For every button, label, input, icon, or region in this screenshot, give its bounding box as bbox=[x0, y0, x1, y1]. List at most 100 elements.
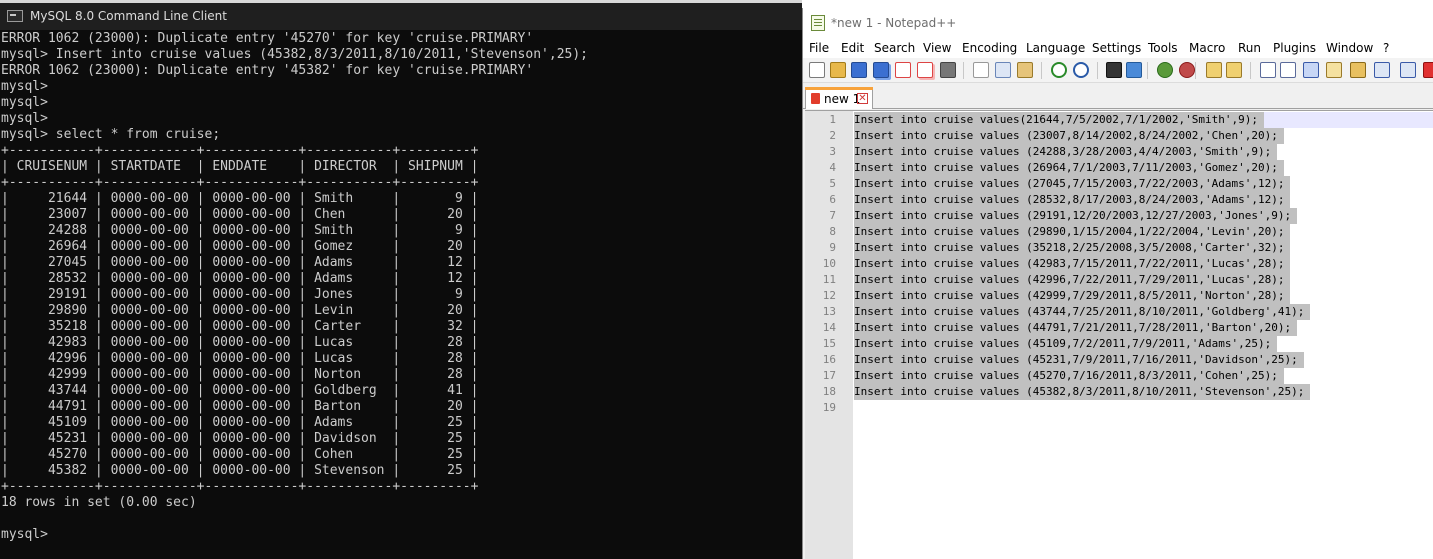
redo-icon[interactable] bbox=[1073, 62, 1089, 78]
line-number: 3 bbox=[829, 145, 836, 158]
notepadpp-titlebar[interactable]: *new 1 - Notepad++ bbox=[803, 8, 1433, 38]
toolbar-separator bbox=[1250, 62, 1251, 79]
console-line: | 26964 | 0000-00-00 | 0000-00-00 | Gome… bbox=[1, 239, 479, 254]
editor-area[interactable]: 1 2 3 4 5 6 7 8 9 10 11 12 13 14 15 16 17 18 19 Insert int… bbox=[805, 110, 1433, 559]
code-line[interactable]: Insert into cruise values (42983,7/15/20… bbox=[854, 256, 1291, 272]
monitoring-icon[interactable] bbox=[1423, 62, 1433, 78]
console-app-icon bbox=[7, 10, 23, 22]
line-number: 14 bbox=[822, 321, 836, 334]
code-line[interactable]: Insert into cruise values (44791,7/21/20… bbox=[854, 320, 1298, 336]
code-line[interactable]: Insert into cruise values (45109,7/2/201… bbox=[854, 336, 1278, 352]
tab-close-icon[interactable]: ✕ bbox=[857, 93, 868, 104]
save-icon[interactable] bbox=[851, 62, 867, 78]
paste-icon[interactable] bbox=[1017, 62, 1033, 78]
menu-search[interactable]: Search bbox=[874, 38, 915, 58]
tab-new-1[interactable]: new 1 ✕ bbox=[805, 87, 873, 109]
menu-settings[interactable]: Settings bbox=[1092, 38, 1141, 58]
line-number: 6 bbox=[829, 193, 836, 206]
tab-label: new 1 bbox=[824, 92, 861, 106]
console-line: +-----------+------------+------------+-… bbox=[1, 175, 479, 190]
menu-window[interactable]: Window bbox=[1326, 38, 1373, 58]
console-line: | 35218 | 0000-00-00 | 0000-00-00 | Cart… bbox=[1, 319, 479, 334]
zoom-out-icon[interactable] bbox=[1179, 62, 1195, 78]
code-line[interactable]: Insert into cruise values (42999,7/29/20… bbox=[854, 288, 1291, 304]
console-line: | 42999 | 0000-00-00 | 0000-00-00 | Nort… bbox=[1, 367, 479, 382]
document-map-icon[interactable] bbox=[1350, 62, 1366, 78]
code-line[interactable]: Insert into cruise values (23007,8/14/20… bbox=[854, 128, 1284, 144]
console-line: mysql> bbox=[1, 527, 48, 542]
notepadpp-window[interactable]: *new 1 - Notepad++ File Edit Search View… bbox=[802, 8, 1433, 559]
console-line: +-----------+------------+------------+-… bbox=[1, 143, 479, 158]
find-icon[interactable] bbox=[1106, 62, 1122, 78]
mysql-console-window[interactable]: MySQL 8.0 Command Line Client ERROR 1062… bbox=[0, 0, 802, 559]
console-line: | 45382 | 0000-00-00 | 0000-00-00 | Stev… bbox=[1, 463, 479, 478]
code-line[interactable]: Insert into cruise values (26964,7/1/200… bbox=[854, 160, 1284, 176]
menu-bar: File Edit Search View Encoding Language … bbox=[803, 38, 1433, 58]
code-line[interactable]: Insert into cruise values (28532,8/17/20… bbox=[854, 192, 1291, 208]
unsaved-file-icon bbox=[811, 93, 820, 104]
mysql-titlebar[interactable]: MySQL 8.0 Command Line Client bbox=[0, 3, 802, 30]
sync-vertical-icon[interactable] bbox=[1206, 62, 1222, 78]
code-line[interactable]: Insert into cruise values(21644,7/5/2002… bbox=[854, 112, 1264, 128]
menu-tools[interactable]: Tools bbox=[1148, 38, 1178, 58]
show-all-chars-icon[interactable] bbox=[1280, 62, 1296, 78]
indent-guide-icon[interactable] bbox=[1303, 62, 1319, 78]
line-number: 1 bbox=[829, 113, 836, 126]
code-line[interactable]: Insert into cruise values (42996,7/22/20… bbox=[854, 272, 1291, 288]
sync-horizontal-icon[interactable] bbox=[1226, 62, 1242, 78]
console-line: | 45270 | 0000-00-00 | 0000-00-00 | Cohe… bbox=[1, 447, 479, 462]
tab-bar: new 1 ✕ bbox=[803, 87, 1433, 109]
console-line: | 24288 | 0000-00-00 | 0000-00-00 | Smit… bbox=[1, 223, 479, 238]
menu-plugins[interactable]: Plugins bbox=[1273, 38, 1316, 58]
line-number: 15 bbox=[822, 337, 836, 350]
line-number: 17 bbox=[822, 369, 836, 382]
language-icon[interactable] bbox=[1326, 62, 1342, 78]
menu-macro[interactable]: Macro bbox=[1189, 38, 1225, 58]
word-wrap-icon[interactable] bbox=[1260, 62, 1276, 78]
console-line: mysql> bbox=[1, 79, 48, 94]
open-file-icon[interactable] bbox=[830, 62, 846, 78]
notepadpp-app-icon bbox=[811, 15, 825, 31]
toolbar-separator bbox=[963, 62, 964, 79]
close-icon[interactable] bbox=[895, 62, 911, 78]
save-all-icon[interactable] bbox=[873, 62, 889, 78]
console-line: | CRUISENUM | STARTDATE | ENDDATE | DIRE… bbox=[1, 159, 479, 174]
replace-icon[interactable] bbox=[1126, 62, 1142, 78]
toolbar-separator bbox=[1147, 62, 1148, 79]
menu-file[interactable]: File bbox=[809, 38, 829, 58]
menu-run[interactable]: Run bbox=[1238, 38, 1261, 58]
line-number: 5 bbox=[829, 177, 836, 190]
code-line[interactable]: Insert into cruise values (35218,2/25/20… bbox=[854, 240, 1291, 256]
code-line[interactable]: Insert into cruise values (24288,3/28/20… bbox=[854, 144, 1278, 160]
menu-view[interactable]: View bbox=[923, 38, 951, 58]
line-number: 12 bbox=[822, 289, 836, 302]
copy-icon[interactable] bbox=[995, 62, 1011, 78]
code-line[interactable]: Insert into cruise values (27045,7/15/20… bbox=[854, 176, 1291, 192]
code-line[interactable]: Insert into cruise values (45270,7/16/20… bbox=[854, 368, 1284, 384]
code-line[interactable]: Insert into cruise values (45231,7/9/201… bbox=[854, 352, 1304, 368]
menu-encoding[interactable]: Encoding bbox=[962, 38, 1017, 58]
print-icon[interactable] bbox=[940, 62, 956, 78]
line-number: 16 bbox=[822, 353, 836, 366]
zoom-in-icon[interactable] bbox=[1157, 62, 1173, 78]
line-number: 4 bbox=[829, 161, 836, 174]
undo-icon[interactable] bbox=[1051, 62, 1067, 78]
code-line[interactable]: Insert into cruise values (29890,1/15/20… bbox=[854, 224, 1291, 240]
function-list-icon[interactable] bbox=[1374, 62, 1390, 78]
code-line[interactable]: Insert into cruise values (45382,8/3/201… bbox=[854, 384, 1311, 400]
menu-edit[interactable]: Edit bbox=[841, 38, 864, 58]
folder-workspace-icon[interactable] bbox=[1400, 62, 1416, 78]
new-file-icon[interactable] bbox=[809, 62, 825, 78]
cut-icon[interactable] bbox=[973, 62, 989, 78]
console-line: | 42983 | 0000-00-00 | 0000-00-00 | Luca… bbox=[1, 335, 479, 350]
line-number: 2 bbox=[829, 129, 836, 142]
close-all-icon[interactable] bbox=[917, 62, 933, 78]
console-line: mysql> select * from cruise; bbox=[1, 127, 221, 142]
code-line[interactable]: Insert into cruise values (43744,7/25/20… bbox=[854, 304, 1311, 320]
console-line: +-----------+------------+------------+-… bbox=[1, 479, 479, 494]
menu-help[interactable]: ? bbox=[1383, 38, 1389, 58]
console-output[interactable]: ERROR 1062 (23000): Duplicate entry '452… bbox=[1, 31, 588, 543]
line-number: 8 bbox=[829, 225, 836, 238]
code-line[interactable]: Insert into cruise values (29191,12/20/2… bbox=[854, 208, 1298, 224]
menu-language[interactable]: Language bbox=[1026, 38, 1085, 58]
